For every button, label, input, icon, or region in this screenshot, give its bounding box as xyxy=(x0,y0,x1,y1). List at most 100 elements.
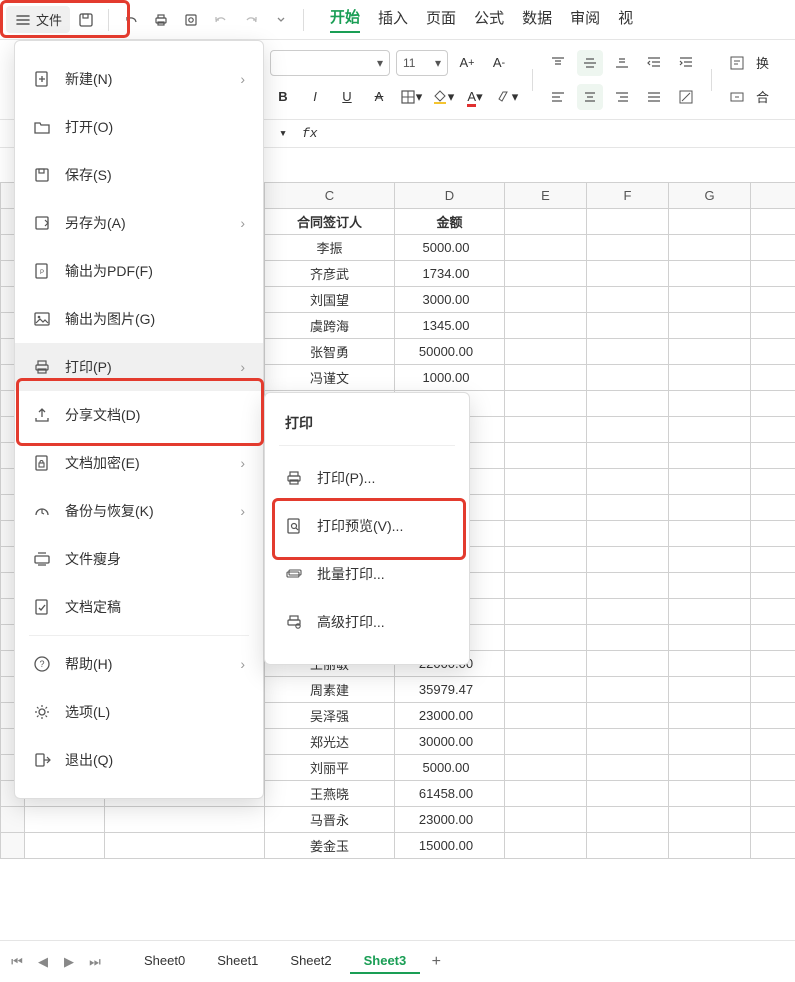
final-icon xyxy=(33,598,51,616)
border-icon[interactable]: ▾ xyxy=(398,84,424,110)
batch-icon xyxy=(285,565,303,583)
print-menu-item-preview[interactable]: 打印预览(V)... xyxy=(265,502,469,550)
preview-icon[interactable] xyxy=(177,6,205,34)
sheet-tabs-list: Sheet0Sheet1Sheet2Sheet3 xyxy=(130,949,420,974)
align-left-icon[interactable] xyxy=(545,84,571,110)
sheet-nav-last-icon[interactable]: ⏭ xyxy=(84,954,106,970)
align-right-icon[interactable] xyxy=(609,84,635,110)
decrease-font-icon[interactable]: A- xyxy=(486,50,512,76)
print-menu-item-print[interactable]: 打印(P)... xyxy=(265,454,469,502)
file-menu-item-lock[interactable]: 文档加密(E)› xyxy=(15,439,263,487)
save-icon xyxy=(33,166,51,184)
fx-label: fx xyxy=(302,126,318,141)
file-menu-item-gear[interactable]: 选项(L) xyxy=(15,688,263,736)
italic-icon[interactable]: I xyxy=(302,84,328,110)
sheet-nav-prev-icon[interactable]: ◀ xyxy=(32,954,54,970)
bold-icon[interactable]: B xyxy=(270,84,296,110)
font-color-icon[interactable]: A▾ xyxy=(462,84,488,110)
exit-icon xyxy=(33,751,51,769)
clear-format-icon[interactable]: ▾ xyxy=(494,84,520,110)
col-F[interactable]: F xyxy=(587,183,669,209)
file-menu-item-backup[interactable]: 备份与恢复(K)› xyxy=(15,487,263,535)
undo-icon[interactable] xyxy=(117,6,145,34)
divider xyxy=(108,9,109,31)
tab-0[interactable]: 开始 xyxy=(330,6,360,33)
file-menu-item-final[interactable]: 文档定稿 xyxy=(15,583,263,631)
menu-item-label: 文件瘦身 xyxy=(65,549,121,569)
font-name-select[interactable]: ▾ xyxy=(270,50,390,76)
col-D[interactable]: D xyxy=(395,183,505,209)
underline-icon[interactable]: U xyxy=(334,84,360,110)
share-icon xyxy=(33,406,51,424)
chevron-right-icon: › xyxy=(240,656,245,672)
justify-icon[interactable] xyxy=(641,84,667,110)
chevron-right-icon: › xyxy=(240,503,245,519)
sheet-nav-next-icon[interactable]: ▶ xyxy=(58,954,80,970)
sheet-nav-first-icon[interactable]: ⏮ xyxy=(6,954,28,970)
chevron-down-icon: ▾ xyxy=(435,56,441,70)
file-menu-item-pdf[interactable]: P输出为PDF(F) xyxy=(15,247,263,295)
divider xyxy=(532,69,533,91)
align-middle-icon[interactable] xyxy=(577,50,603,76)
file-menu-item-print[interactable]: 打印(P) › xyxy=(15,343,263,391)
font-size-select[interactable]: 11 ▾ xyxy=(396,50,448,76)
saveas-icon xyxy=(33,214,51,232)
print-submenu: 打印 打印(P)...打印预览(V)...批量打印...高级打印... xyxy=(264,392,470,665)
tab-6[interactable]: 视 xyxy=(618,7,633,32)
fill-color-icon[interactable]: ▾ xyxy=(430,84,456,110)
increase-font-icon[interactable]: A+ xyxy=(454,50,480,76)
wrap-text-icon[interactable] xyxy=(724,50,750,76)
file-menu-item-save[interactable]: 保存(S) xyxy=(15,151,263,199)
svg-text:P: P xyxy=(40,270,44,276)
redo-dropdown-icon[interactable] xyxy=(267,6,295,34)
sheet-tab-Sheet2[interactable]: Sheet2 xyxy=(276,949,345,974)
new-icon xyxy=(33,70,51,88)
tab-1[interactable]: 插入 xyxy=(378,7,408,32)
file-menu-item-compress[interactable]: 文件瘦身 xyxy=(15,535,263,583)
save-icon[interactable] xyxy=(72,6,100,34)
col-C[interactable]: C xyxy=(265,183,395,209)
file-menu-item-help[interactable]: ?帮助(H)› xyxy=(15,640,263,688)
file-menu-button[interactable]: 文件 xyxy=(6,6,70,33)
redo-icon[interactable] xyxy=(237,6,265,34)
sheet-tab-Sheet0[interactable]: Sheet0 xyxy=(130,949,199,974)
menu-item-label: 保存(S) xyxy=(65,165,112,185)
sheet-tab-Sheet1[interactable]: Sheet1 xyxy=(203,949,272,974)
file-menu-item-image[interactable]: 输出为图片(G) xyxy=(15,295,263,343)
sheet-tabs-bar: ⏮ ◀ ▶ ⏭ Sheet0Sheet1Sheet2Sheet3 + xyxy=(0,940,795,982)
orientation-icon[interactable] xyxy=(673,84,699,110)
tab-5[interactable]: 审阅 xyxy=(570,7,600,32)
col-E[interactable]: E xyxy=(505,183,587,209)
tab-2[interactable]: 页面 xyxy=(426,7,456,32)
add-sheet-button[interactable]: + xyxy=(424,953,448,971)
sheet-tab-Sheet3[interactable]: Sheet3 xyxy=(350,949,421,974)
col-G[interactable]: G xyxy=(669,183,751,209)
table-row[interactable]: 姜金玉15000.00 xyxy=(1,833,795,859)
merge-cells-icon[interactable] xyxy=(724,84,750,110)
indent-decrease-icon[interactable] xyxy=(641,50,667,76)
print-icon[interactable] xyxy=(147,6,175,34)
backup-icon xyxy=(33,502,51,520)
indent-increase-icon[interactable] xyxy=(673,50,699,76)
divider xyxy=(303,9,304,31)
chevron-right-icon: › xyxy=(240,359,245,375)
file-menu-item-exit[interactable]: 退出(Q) xyxy=(15,736,263,784)
menu-item-label: 高级打印... xyxy=(317,612,385,632)
menu-item-label: 新建(N) xyxy=(65,69,112,89)
menu-item-label: 打印(P) xyxy=(65,357,112,377)
file-menu-item-new[interactable]: 新建(N)› xyxy=(15,55,263,103)
file-menu-item-saveas[interactable]: 另存为(A)› xyxy=(15,199,263,247)
align-center-icon[interactable] xyxy=(577,84,603,110)
print-menu-item-advanced[interactable]: 高级打印... xyxy=(265,598,469,646)
table-row[interactable]: 马晋永23000.00 xyxy=(1,807,795,833)
undo2-icon[interactable] xyxy=(207,6,235,34)
file-menu-item-share[interactable]: 分享文档(D) xyxy=(15,391,263,439)
print-menu-item-batch[interactable]: 批量打印... xyxy=(265,550,469,598)
file-menu-item-open[interactable]: 打开(O) xyxy=(15,103,263,151)
tab-4[interactable]: 数据 xyxy=(522,7,552,32)
align-bottom-icon[interactable] xyxy=(609,50,635,76)
align-top-icon[interactable] xyxy=(545,50,571,76)
cell-nav-dropdown[interactable]: ▾ xyxy=(270,121,296,147)
strikethrough-icon[interactable]: A xyxy=(366,84,392,110)
tab-3[interactable]: 公式 xyxy=(474,7,504,32)
